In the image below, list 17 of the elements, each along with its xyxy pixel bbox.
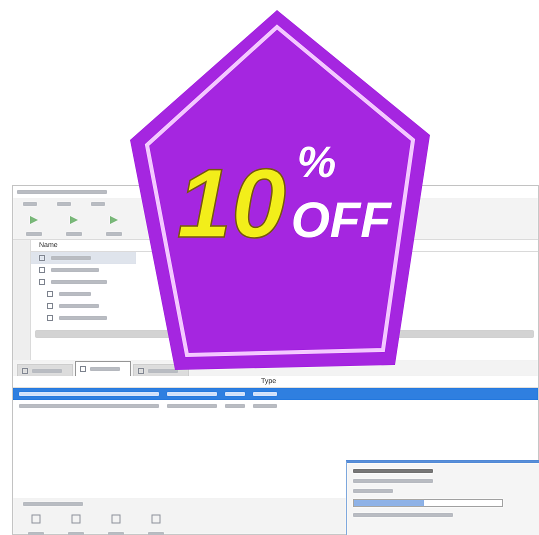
tab[interactable] [75, 361, 131, 376]
backup-row[interactable] [13, 388, 538, 400]
footer-icon [111, 514, 121, 524]
toolbar-icon [28, 214, 40, 226]
off-label: OFF [291, 192, 391, 248]
footer-icon [31, 514, 41, 524]
illegible-menu-text[interactable] [91, 202, 105, 206]
footer-icon [71, 514, 81, 524]
illegible-menu-text[interactable] [23, 202, 37, 206]
toolbar-icon [108, 214, 120, 226]
tab[interactable] [17, 364, 73, 376]
discount-number: 10 [177, 148, 286, 258]
illegible-menu-text[interactable] [57, 202, 71, 206]
percent-sign: % [297, 138, 336, 187]
footer-icon [151, 514, 161, 524]
task-row[interactable] [31, 252, 136, 264]
toolbar-icon [68, 214, 80, 226]
